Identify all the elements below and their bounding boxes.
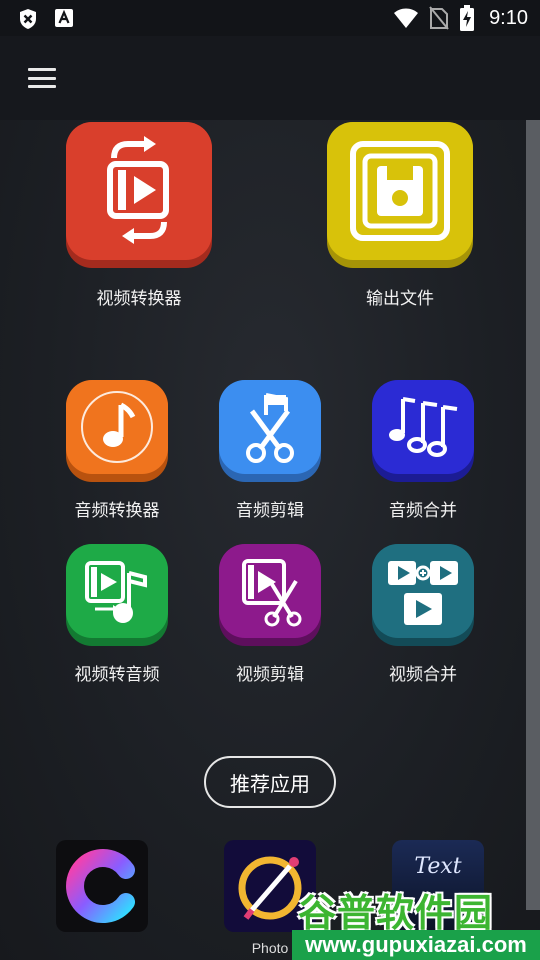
- wifi-icon: [394, 8, 419, 28]
- audio-cut-icon: [246, 393, 294, 463]
- tool-video-cut[interactable]: 视频剪辑: [219, 544, 321, 685]
- font-a-notification-icon: [55, 9, 73, 27]
- tool-label: 视频剪辑: [236, 665, 304, 685]
- hamburger-menu-icon[interactable]: [22, 62, 62, 94]
- tool-label: 音频合并: [389, 501, 457, 521]
- recommended-app[interactable]: [56, 840, 148, 940]
- status-bar: 9:10: [0, 0, 540, 36]
- text-art-app-icon: Text: [414, 854, 462, 879]
- music-note-icon: [81, 391, 153, 463]
- video-merge-icon: [388, 561, 458, 625]
- tool-video-converter[interactable]: 视频转换器: [66, 122, 212, 309]
- tool-video-to-audio[interactable]: 视频转音频: [66, 544, 168, 685]
- video-to-audio-icon: [85, 561, 147, 623]
- video-cut-icon: [242, 559, 302, 627]
- tool-audio-merge[interactable]: 音频合并: [372, 380, 474, 521]
- tool-label: 音频转换器: [74, 501, 160, 521]
- watermark-url: www.gupuxiazai.com: [292, 930, 540, 960]
- c-logo-app-icon: [66, 849, 135, 923]
- tool-audio-converter[interactable]: 音频转换器: [66, 380, 168, 521]
- tool-output-files[interactable]: 输出文件: [327, 122, 473, 309]
- recommended-apps-button[interactable]: 推荐应用: [204, 756, 336, 808]
- video-convert-icon: [107, 136, 169, 244]
- tool-audio-cut[interactable]: 音频剪辑: [219, 380, 321, 521]
- no-sim-icon: [429, 6, 449, 30]
- tool-label: 音频剪辑: [236, 501, 304, 521]
- tool-label: 视频转音频: [74, 665, 160, 685]
- scrollbar[interactable]: [526, 120, 540, 910]
- battery-charging-icon: [460, 5, 475, 31]
- tool-label: 视频合并: [389, 665, 457, 685]
- status-time: 9:10: [489, 6, 528, 29]
- tool-video-merge[interactable]: 视频合并: [372, 544, 474, 685]
- app-bar: [0, 36, 540, 120]
- watermark-overlay: 谷普软件园 www.gupuxiazai.com: [292, 880, 540, 960]
- shield-x-notification-icon: [20, 9, 36, 29]
- tool-label: 输出文件: [366, 289, 434, 309]
- audio-merge-icon: [389, 397, 458, 457]
- floppy-save-icon: [350, 141, 450, 241]
- watermark-title: 谷普软件园: [298, 891, 494, 935]
- tool-label: 视频转换器: [96, 289, 182, 309]
